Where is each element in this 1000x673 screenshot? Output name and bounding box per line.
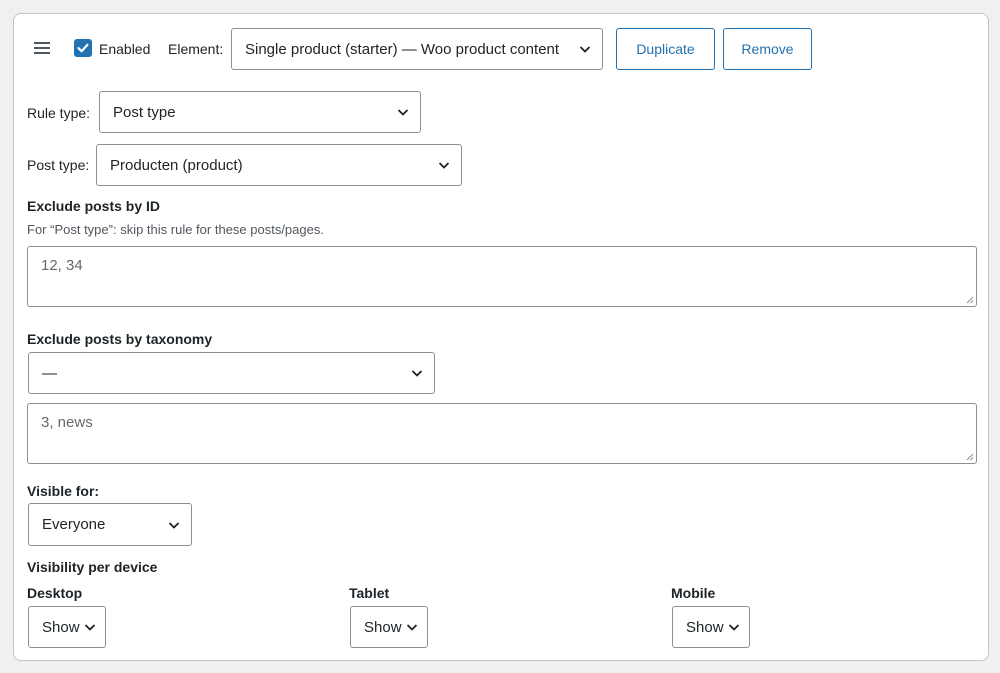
- taxonomy-select-value: —: [42, 364, 57, 382]
- chevron-down-icon: [84, 624, 96, 631]
- post-type-select[interactable]: Producten (product): [96, 144, 462, 186]
- exclude-ids-placeholder: 12, 34: [41, 257, 83, 274]
- chevron-down-icon: [168, 521, 180, 529]
- resize-grip-icon[interactable]: [966, 296, 974, 304]
- device-mobile-select[interactable]: Show: [672, 606, 750, 648]
- exclude-taxonomy-heading: Exclude posts by taxonomy: [27, 331, 213, 347]
- element-select[interactable]: Single product (starter) — Woo product c…: [231, 28, 603, 70]
- enabled-label[interactable]: Enabled: [99, 41, 150, 57]
- device-mobile-label: Mobile: [671, 585, 716, 601]
- exclude-ids-textarea[interactable]: 12, 34: [27, 246, 977, 307]
- visible-for-value: Everyone: [42, 516, 106, 533]
- exclude-taxonomy-placeholder: 3, news: [41, 414, 93, 431]
- chevron-down-icon: [411, 370, 423, 377]
- element-label: Element:: [168, 41, 224, 57]
- rule-card: Enabled Element: Single product (starter…: [13, 13, 989, 661]
- taxonomy-select[interactable]: —: [28, 352, 435, 394]
- duplicate-button[interactable]: Duplicate: [616, 28, 715, 70]
- chevron-down-icon: [728, 624, 740, 631]
- drag-handle-icon[interactable]: [34, 41, 50, 55]
- device-tablet-label: Tablet: [349, 585, 390, 601]
- per-device-heading: Visibility per device: [27, 559, 158, 575]
- device-mobile-value: Show: [686, 618, 724, 636]
- remove-button[interactable]: Remove: [723, 28, 812, 70]
- device-desktop-value: Show: [42, 618, 80, 636]
- enabled-checkbox[interactable]: [74, 39, 92, 57]
- device-tablet-select[interactable]: Show: [350, 606, 428, 648]
- visible-for-select[interactable]: Everyone: [28, 503, 192, 546]
- rule-type-label: Rule type:: [27, 105, 91, 121]
- exclude-taxonomy-textarea[interactable]: 3, news: [27, 403, 977, 464]
- chevron-down-icon: [397, 109, 409, 116]
- rule-type-value: Post type: [113, 103, 176, 121]
- chevron-down-icon: [579, 46, 591, 53]
- device-desktop-label: Desktop: [27, 585, 83, 601]
- exclude-ids-help: For “Post type”: skip this rule for thes…: [27, 222, 324, 237]
- rule-type-select[interactable]: Post type: [99, 91, 421, 133]
- post-type-label: Post type:: [27, 157, 90, 173]
- post-type-value: Producten (product): [110, 156, 243, 174]
- device-desktop-select[interactable]: Show: [28, 606, 106, 648]
- element-select-value: Single product (starter) — Woo product c…: [245, 40, 560, 58]
- chevron-down-icon: [438, 162, 450, 169]
- visible-for-heading: Visible for:: [27, 483, 100, 499]
- device-tablet-value: Show: [364, 618, 402, 636]
- chevron-down-icon: [406, 624, 418, 631]
- exclude-ids-heading: Exclude posts by ID: [27, 198, 161, 214]
- resize-grip-icon[interactable]: [966, 453, 974, 461]
- checkmark-icon: [77, 43, 89, 53]
